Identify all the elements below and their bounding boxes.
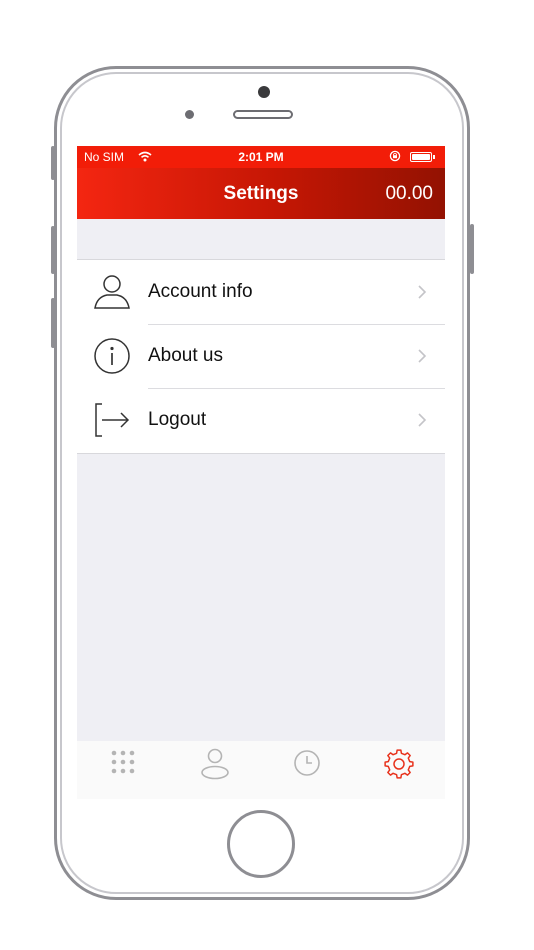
chevron-right-icon xyxy=(417,284,427,300)
status-bar: No SIM 2:01 PM xyxy=(77,146,445,168)
front-camera xyxy=(258,86,270,98)
gear-icon xyxy=(376,748,422,780)
volume-up-button xyxy=(51,226,55,274)
logout-row[interactable]: Logout xyxy=(77,388,445,452)
logout-icon xyxy=(93,401,131,439)
user-icon xyxy=(93,273,131,311)
about-us-label: About us xyxy=(148,345,223,366)
mute-switch xyxy=(51,146,55,180)
tab-keypad[interactable] xyxy=(100,748,146,788)
keypad-icon xyxy=(100,748,146,776)
earpiece-speaker xyxy=(233,110,293,119)
tab-contacts[interactable] xyxy=(192,748,238,788)
chevron-right-icon xyxy=(417,412,427,428)
info-icon xyxy=(93,337,131,375)
clock-icon xyxy=(284,748,330,778)
app-screen: No SIM 2:01 PM Settings 00.00 Account in… xyxy=(77,146,445,799)
tab-settings[interactable] xyxy=(376,748,422,788)
navigation-bar: Settings 00.00 xyxy=(77,168,445,219)
contact-icon xyxy=(192,748,238,780)
tab-bar xyxy=(77,741,445,799)
proximity-sensor xyxy=(185,110,194,119)
power-button xyxy=(470,224,474,274)
volume-down-button xyxy=(51,298,55,348)
account-info-row[interactable]: Account info xyxy=(77,260,445,324)
tab-recents[interactable] xyxy=(284,748,330,788)
logout-label: Logout xyxy=(148,409,207,430)
about-us-row[interactable]: About us xyxy=(77,324,445,388)
chevron-right-icon xyxy=(417,348,427,364)
home-button[interactable] xyxy=(227,810,295,878)
settings-list: Account info About us Logout xyxy=(77,259,445,454)
orientation-lock-icon xyxy=(389,150,401,165)
balance-label[interactable]: 00.00 xyxy=(385,183,433,205)
battery-tip xyxy=(433,155,435,159)
account-info-label: Account info xyxy=(148,281,253,302)
battery-icon xyxy=(410,152,432,162)
